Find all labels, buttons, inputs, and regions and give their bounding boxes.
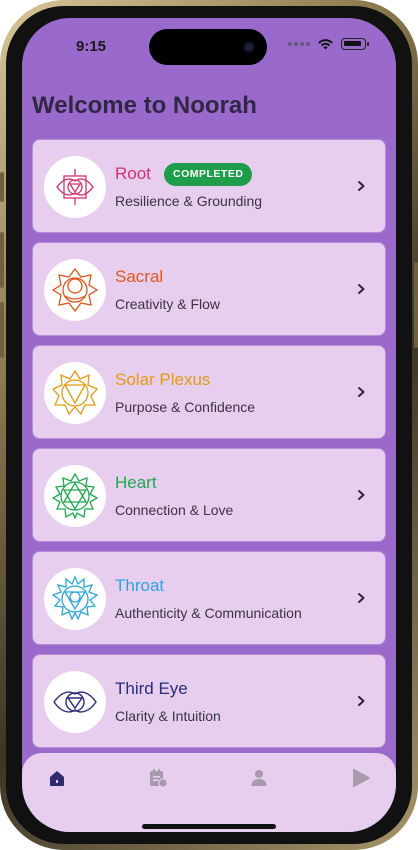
tab-bar (22, 753, 396, 832)
chakra-card-third-eye[interactable]: Third Eye Clarity & Intuition (32, 654, 386, 748)
journal-icon (150, 769, 168, 788)
chevron-right-icon (358, 490, 365, 500)
page-title: Welcome to Noorah (32, 92, 257, 119)
chakra-subtitle: Authenticity & Communication (115, 605, 302, 621)
chakra-subtitle: Creativity & Flow (115, 296, 221, 312)
tab-profile[interactable] (246, 765, 272, 791)
chakra-title: Heart (115, 473, 157, 492)
heart-chakra-icon (44, 465, 106, 527)
chevron-right-icon (358, 387, 365, 397)
chevron-right-icon (358, 593, 365, 603)
chakra-card-heart[interactable]: Heart Connection & Love (32, 448, 386, 542)
chakra-subtitle: Resilience & Grounding (115, 193, 263, 209)
chakra-title: Third Eye (115, 679, 188, 698)
chevron-right-icon (358, 181, 365, 191)
chakra-subtitle: Clarity & Intuition (115, 708, 221, 724)
third-eye-chakra-icon (44, 671, 106, 733)
action-button (0, 172, 4, 202)
sacral-chakra-icon (44, 259, 106, 321)
chakra-subtitle: Connection & Love (115, 502, 234, 518)
status-time: 9:15 (76, 38, 107, 55)
throat-chakra-icon (44, 568, 106, 630)
chakra-card-root[interactable]: Root COMPLETED Resilience & Grounding (32, 139, 386, 233)
chakra-title: Throat (115, 576, 165, 595)
front-camera-icon (243, 41, 255, 53)
volume-down-button (0, 302, 4, 358)
signal-icon (288, 42, 310, 46)
completed-badge: COMPLETED (164, 163, 253, 186)
volume-up-button (0, 232, 4, 288)
tab-home[interactable] (44, 765, 70, 791)
chakra-title: Root (115, 164, 151, 183)
chakra-title: Sacral (115, 267, 164, 286)
app-screen: 9:15 Welcome to Noorah Root COMPLETED Re… (22, 18, 396, 832)
home-icon (50, 771, 64, 786)
chevron-right-icon (358, 696, 365, 706)
tab-journal[interactable] (145, 765, 171, 791)
home-indicator (142, 824, 276, 829)
power-button (414, 262, 418, 348)
status-bar: 9:15 (22, 18, 396, 74)
chakra-title: Solar Plexus (115, 370, 211, 389)
battery-icon (341, 38, 369, 50)
chakra-card-throat[interactable]: Throat Authenticity & Communication (32, 551, 386, 645)
chakra-list: Root COMPLETED Resilience & Grounding Sa… (32, 139, 386, 757)
wifi-icon (318, 39, 333, 50)
root-chakra-icon (44, 156, 106, 218)
tab-play[interactable] (347, 765, 373, 791)
play-icon (353, 768, 370, 788)
chakra-card-solar-plexus[interactable]: Solar Plexus Purpose & Confidence (32, 345, 386, 439)
profile-icon (251, 770, 267, 786)
chakra-card-sacral[interactable]: Sacral Creativity & Flow (32, 242, 386, 336)
solar-plexus-chakra-icon (44, 362, 106, 424)
chakra-subtitle: Purpose & Confidence (115, 399, 256, 415)
chevron-right-icon (358, 284, 365, 294)
status-icons (288, 38, 369, 50)
dynamic-island (149, 29, 267, 65)
